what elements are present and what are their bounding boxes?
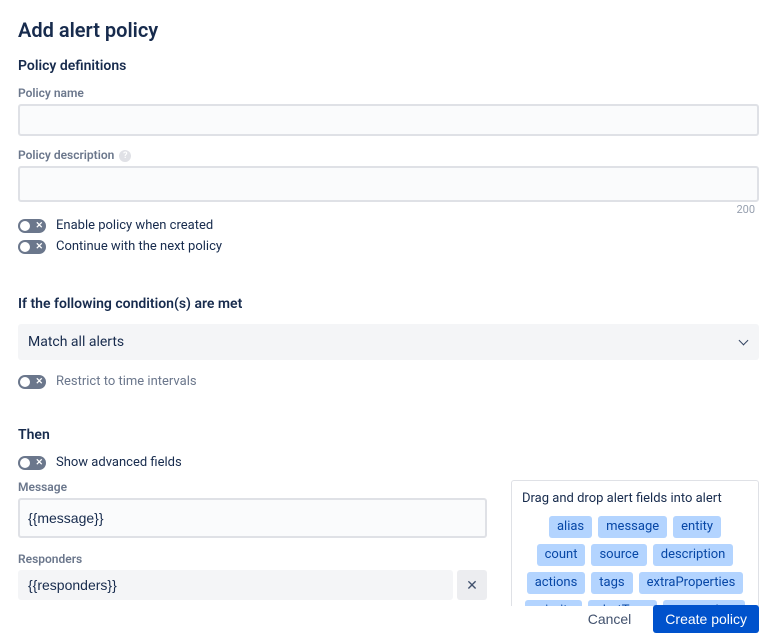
- chevron-down-icon: [739, 337, 749, 347]
- section-definitions: Policy definitions: [18, 58, 759, 74]
- char-count: 200: [736, 203, 755, 216]
- cancel-button[interactable]: Cancel: [578, 605, 642, 633]
- fields-panel-title: Drag and drop alert fields into alert: [522, 491, 748, 506]
- info-icon: ?: [119, 150, 131, 162]
- policy-description-label: Policy description ?: [18, 148, 759, 162]
- message-input[interactable]: [18, 498, 487, 538]
- policy-name-input[interactable]: [18, 104, 759, 136]
- field-pill-extraProperties[interactable]: extraProperties: [639, 572, 744, 594]
- field-pill-source[interactable]: source: [591, 544, 646, 566]
- field-pill-alias[interactable]: alias: [549, 516, 592, 538]
- field-pill-count[interactable]: count: [537, 544, 586, 566]
- close-icon: ✕: [466, 577, 478, 594]
- enable-policy-label: Enable policy when created: [56, 218, 213, 233]
- message-label: Message: [18, 480, 487, 494]
- continue-next-toggle[interactable]: ✕: [18, 240, 46, 254]
- field-pill-description[interactable]: description: [653, 544, 734, 566]
- field-pill-actions[interactable]: actions: [527, 572, 586, 594]
- condition-selected-value: Match all alerts: [28, 334, 124, 350]
- alert-fields-panel: Drag and drop alert fields into alert al…: [511, 480, 759, 606]
- policy-description-input[interactable]: [18, 166, 759, 202]
- section-then: Then: [18, 427, 759, 443]
- field-pill-priority[interactable]: priority: [525, 600, 581, 606]
- responders-label: Responders: [18, 552, 487, 566]
- restrict-time-toggle[interactable]: ✕: [18, 375, 46, 389]
- page-title: Add alert policy: [18, 18, 759, 42]
- clear-responders-button[interactable]: ✕: [457, 570, 487, 600]
- condition-select[interactable]: Match all alerts: [18, 324, 759, 360]
- section-conditions: If the following condition(s) are met: [18, 296, 759, 312]
- show-advanced-label: Show advanced fields: [56, 455, 182, 470]
- field-pill-tags[interactable]: tags: [591, 572, 632, 594]
- responders-input[interactable]: [18, 570, 453, 600]
- restrict-time-label: Restrict to time intervals: [56, 374, 197, 389]
- continue-next-label: Continue with the next policy: [56, 239, 222, 254]
- field-pill-message[interactable]: message: [598, 516, 667, 538]
- create-policy-button[interactable]: Create policy: [653, 605, 759, 633]
- field-pill-entity[interactable]: entity: [673, 516, 721, 538]
- enable-policy-toggle[interactable]: ✕: [18, 219, 46, 233]
- policy-name-label: Policy name: [18, 86, 759, 100]
- show-advanced-toggle[interactable]: ✕: [18, 456, 46, 470]
